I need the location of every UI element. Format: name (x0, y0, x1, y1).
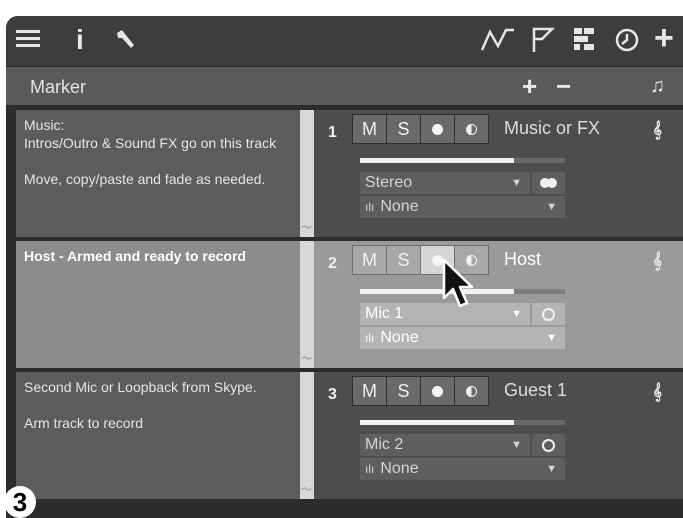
notes-resize-handle[interactable]: 〜 (300, 110, 314, 237)
record-arm-button[interactable] (420, 376, 455, 406)
record-icon (432, 123, 443, 135)
track-number: 3 (328, 386, 337, 403)
dropdown-arrow-icon: ▼ (511, 439, 522, 451)
monitor-button[interactable] (454, 114, 489, 144)
waveform-icon[interactable]: 𝄞 (653, 253, 663, 271)
monitor-button[interactable] (454, 376, 489, 406)
track-name[interactable]: Music or FX (504, 118, 600, 139)
output-bars-icon: ılı (365, 200, 375, 214)
waveform-icon[interactable]: 𝄞 (653, 384, 663, 402)
track-notes[interactable]: Music: Intros/Outro & Sound FX go on thi… (16, 110, 300, 237)
track-number: 2 (328, 255, 337, 272)
dropdown-arrow-icon: ▼ (546, 332, 557, 344)
mute-button[interactable]: M (352, 376, 387, 406)
record-arm-button[interactable] (420, 114, 455, 144)
dropdown-arrow-icon: ▼ (511, 177, 522, 189)
add-icon[interactable]: + (654, 21, 674, 55)
note-line: Intros/Outro & Sound FX go on this track (24, 135, 277, 151)
input-monitor-toggle[interactable] (532, 303, 565, 325)
resize-grip-icon: 〜 (301, 222, 312, 234)
record-icon (432, 385, 443, 397)
stereo-link-toggle[interactable] (532, 172, 565, 194)
input-value: Mic 1 (365, 305, 404, 322)
notes-resize-handle[interactable]: 〜 (300, 372, 314, 499)
input-select[interactable]: Mic 2 ▼ (360, 434, 530, 456)
waveform-icon[interactable]: 𝄞 (653, 122, 663, 140)
input-value: Stereo (365, 174, 413, 191)
output-value: None (380, 198, 419, 215)
input-monitor-toggle[interactable] (532, 434, 565, 456)
marker-bar: Marker + − ♫ (6, 66, 683, 106)
level-meter-fill (360, 158, 514, 163)
output-bars-icon: ılı (365, 331, 375, 345)
add-marker-button[interactable]: + (522, 71, 537, 102)
arranger-icon[interactable] (572, 26, 596, 57)
stereo-icon (539, 178, 558, 188)
dropdown-arrow-icon: ▼ (546, 201, 557, 213)
output-bars-icon: ılı (365, 462, 375, 476)
monitor-ring-icon (542, 438, 555, 452)
output-select[interactable]: ılı None ▼ (360, 458, 565, 480)
level-meter-fill (360, 420, 514, 425)
note-line: Music: (24, 117, 65, 133)
app-window: i + Marker + − ♫ Music: Intros/Outro & S… (6, 16, 683, 518)
step-number-badge: 3 (4, 486, 36, 518)
clock-icon[interactable] (614, 27, 640, 58)
level-meter-fill (360, 289, 514, 294)
toolbar: i + (6, 16, 683, 66)
resize-grip-icon: 〜 (301, 484, 312, 496)
level-meter (360, 158, 565, 163)
input-select[interactable]: Stereo ▼ (360, 172, 530, 194)
mouse-cursor-icon (442, 258, 476, 317)
track-row-selected[interactable]: Host - Armed and ready to record 〜 2 M S… (6, 237, 683, 368)
track-header[interactable]: 3 M S Guest 1 𝄞 Mic 2 ▼ ılı None ▼ (314, 372, 683, 499)
music-note-icon[interactable]: ♫ (650, 75, 665, 98)
track-header[interactable]: 1 M S Music or FX 𝄞 Stereo ▼ ılı None ▼ (314, 110, 683, 237)
mute-button[interactable]: M (352, 114, 387, 144)
automation-icon[interactable] (480, 26, 520, 59)
note-line (24, 396, 292, 414)
dropdown-arrow-icon: ▼ (546, 463, 557, 475)
track-notes[interactable]: Second Mic or Loopback from Skype. Arm t… (16, 372, 300, 499)
wrench-icon[interactable] (114, 28, 138, 57)
track-list: Music: Intros/Outro & Sound FX go on thi… (6, 106, 683, 518)
solo-button[interactable]: S (386, 376, 421, 406)
solo-button[interactable]: S (386, 245, 421, 275)
output-select[interactable]: ılı None ▼ (360, 196, 565, 218)
info-icon[interactable]: i (76, 26, 84, 54)
mute-button[interactable]: M (352, 245, 387, 275)
track-number: 1 (328, 124, 337, 141)
resize-grip-icon: 〜 (301, 353, 312, 365)
level-meter (360, 420, 565, 425)
note-line: Second Mic or Loopback from Skype. (24, 379, 257, 395)
monitor-icon (466, 123, 477, 135)
marker-title: Marker (30, 77, 87, 97)
track-name[interactable]: Guest 1 (504, 380, 567, 401)
monitor-icon (466, 385, 477, 397)
note-line (24, 152, 292, 170)
output-value: None (380, 329, 419, 346)
note-line: Arm track to record (24, 415, 144, 431)
dropdown-arrow-icon: ▼ (511, 308, 522, 320)
note-line: Host - Armed and ready to record (24, 248, 246, 264)
track-name[interactable]: Host (504, 249, 541, 270)
input-value: Mic 2 (365, 436, 404, 453)
track-row[interactable]: Music: Intros/Outro & Sound FX go on thi… (6, 106, 683, 237)
notes-resize-handle[interactable]: 〜 (300, 241, 314, 368)
monitor-ring-icon (542, 307, 555, 321)
solo-button[interactable]: S (386, 114, 421, 144)
output-select[interactable]: ılı None ▼ (360, 327, 565, 349)
marker-flag-icon[interactable] (530, 26, 556, 59)
output-value: None (380, 460, 419, 477)
track-row[interactable]: Second Mic or Loopback from Skype. Arm t… (6, 368, 683, 499)
note-line: Move, copy/paste and fade as needed. (24, 171, 266, 187)
menu-icon[interactable] (16, 27, 42, 55)
remove-marker-button[interactable]: − (556, 71, 571, 102)
track-header[interactable]: 2 M S Host 𝄞 Mic 1 ▼ ılı None ▼ (314, 241, 683, 368)
track-notes[interactable]: Host - Armed and ready to record (16, 241, 300, 368)
